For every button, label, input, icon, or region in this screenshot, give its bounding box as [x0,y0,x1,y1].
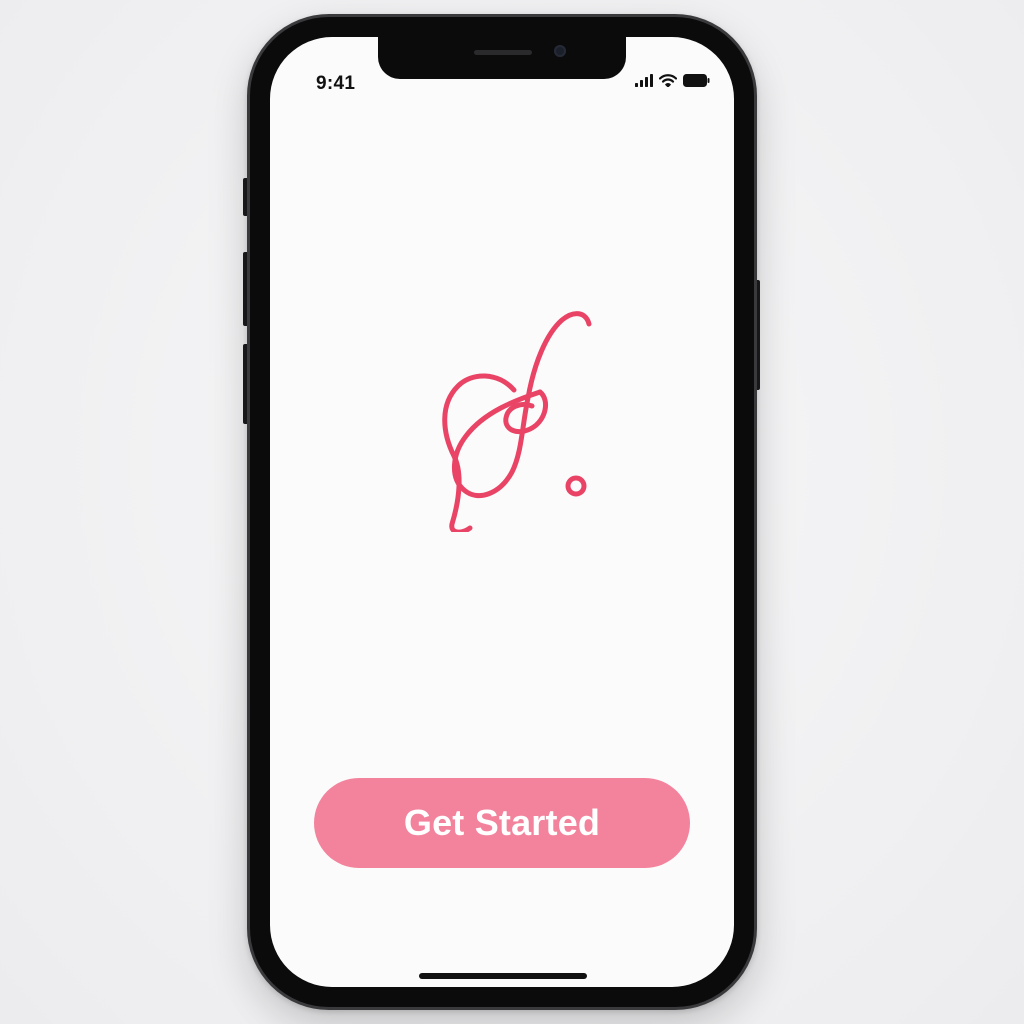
phone-frame: 9:41 Get Started [247,14,757,1010]
get-started-button[interactable]: Get Started [314,778,690,868]
scene-background: 9:41 Get Started [0,0,1024,1024]
notch [378,37,626,79]
earpiece-speaker [474,50,532,55]
wifi-icon [659,74,677,87]
script-s-logo-icon [442,311,592,532]
front-camera [554,45,566,57]
status-time: 9:41 [316,73,356,94]
battery-icon [683,74,710,87]
home-indicator[interactable] [419,973,587,979]
cellular-signal-icon [635,74,653,87]
status-icons [635,74,710,87]
app-screen: 9:41 Get Started [270,37,734,987]
